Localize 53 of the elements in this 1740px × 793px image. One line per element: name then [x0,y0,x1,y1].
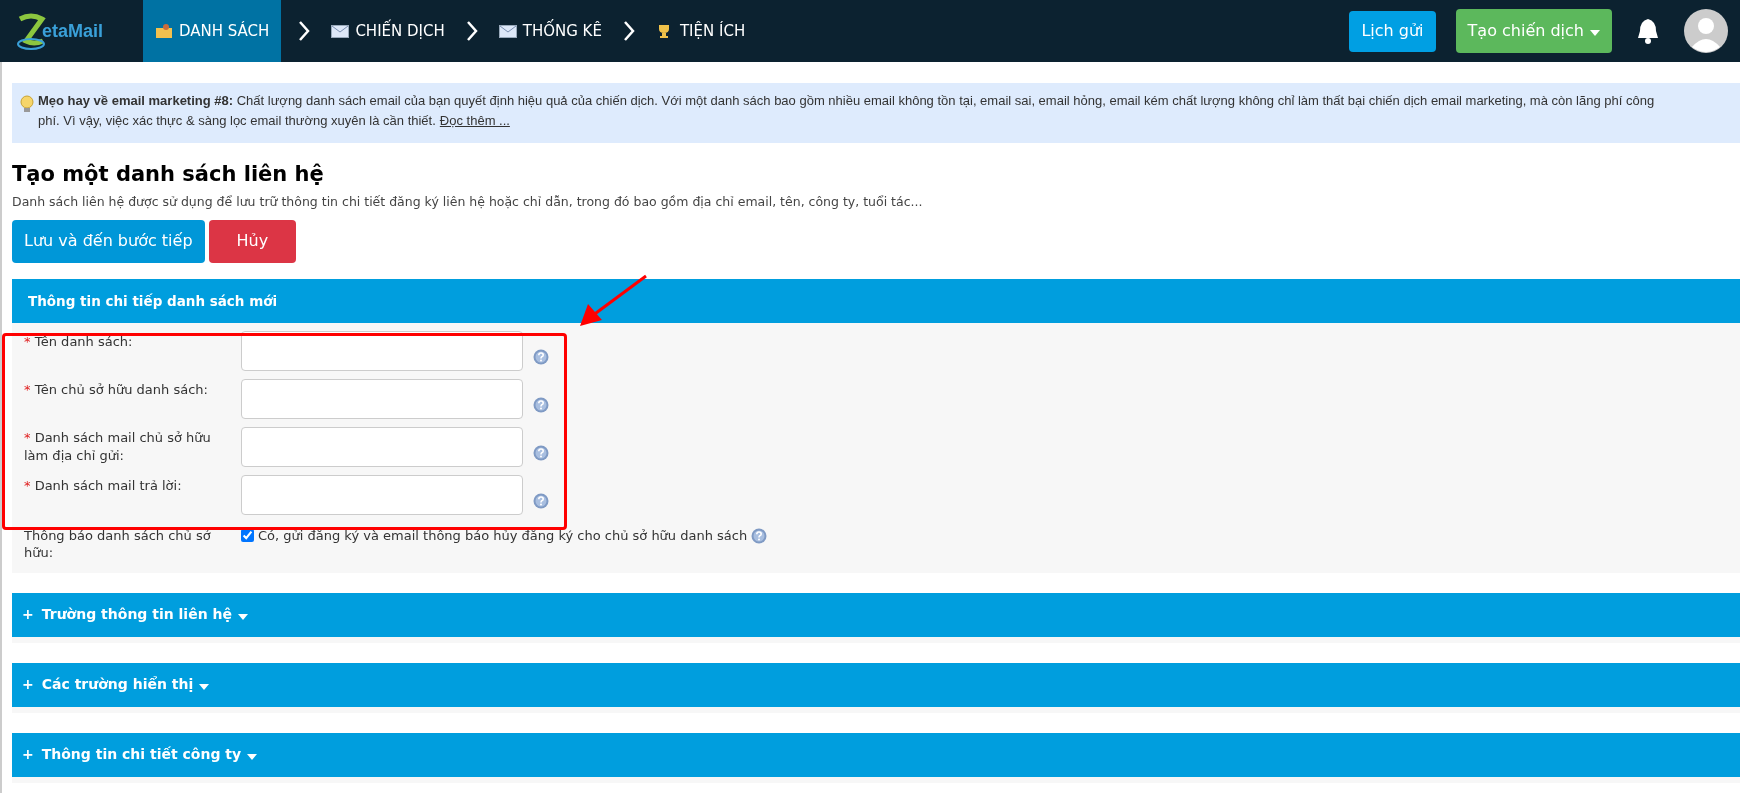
section-header[interactable]: + Thông tin chi tiết công ty [12,732,1740,783]
text-field[interactable] [241,330,523,371]
text-field[interactable] [241,378,523,419]
cancel-button[interactable]: Hủy [208,219,297,263]
field-label: * Danh sách mail trả lời: [24,477,182,493]
avatar-icon[interactable] [1684,9,1728,53]
nav-tab[interactable]: CHIẾN DỊCH [327,0,449,62]
bell-icon[interactable] [1636,17,1660,45]
page-description: Danh sách liên hệ được sử dụng để lưu trữ thông tin chi tiết đăng ký liên hệ hoặc chỉ dẫn, trong đó bao gồm địa chỉ email, tên, công ty, tuổi tác... [12,193,924,211]
page-title: Tạo một danh sách liên hệ [12,161,325,188]
toggle-sign: + [22,675,34,695]
envelope-icon [498,24,517,38]
section-title: Các trường hiển thị [41,675,194,695]
help-icon[interactable] [533,348,549,365]
caret-icon [237,613,248,620]
section-header[interactable]: + Trường thông tin liên hệ [12,592,1740,643]
arrow-drawing [578,274,648,329]
caret-icon [1590,30,1600,36]
panel-title: Thông tin chi tiếp danh sách mới [28,291,278,311]
save-button[interactable]: Lưu và đến bước tiếp [12,219,205,263]
nav-tab[interactable]: THỐNG KÊ [494,0,606,62]
read-more-link[interactable]: Đọc thêm ... [439,111,510,131]
nav-tab[interactable]: DANH SÁCH [143,0,282,62]
folder-icon [155,23,173,39]
chevron-icon [297,20,312,42]
section-header[interactable]: + Các trường hiển thị [12,662,1740,713]
help-icon[interactable] [533,492,549,509]
section-title: Trường thông tin liên hệ [41,605,232,625]
help-icon[interactable] [533,444,549,461]
nav-tab[interactable]: TIỆN ÍCH [651,0,750,62]
logo-text: etaMail [42,19,104,43]
tip-text: Mẹo hay về email marketing #8: Chất lượng danh sách email của bạn quyết định hiệu quả của chiến dịch. Với một danh sách bao gồm nhiều email không tồn tại, email sai, email hỏng, email kém chất lượng không chỉ làm thất bại chiến dịch email marketing, mà còn lãng phí công [38,92,1655,110]
text-field[interactable] [241,426,523,467]
checkbox-label: Có, gửi đăng ký và email thông báo hủy đăng ký cho chủ sở hữu danh sách [258,527,748,545]
toggle-sign: + [22,605,34,625]
create-campaign-button[interactable]: Tạo chiến dịch [1455,9,1612,53]
tip-text: phí. Vì vậy, việc xác thực & sàng lọc email thường xuyên là cần thiết. [38,112,436,130]
caret-icon [247,753,258,760]
section-title: Thông tin chi tiết công ty [41,745,242,765]
notify-checkbox[interactable] [241,529,254,543]
field-label: * Tên danh sách: [24,333,133,349]
caret-icon [199,683,210,690]
toggle-sign: + [22,745,34,765]
chevron-icon [464,20,479,42]
schedule-button[interactable]: Lịch gửi [1349,10,1436,52]
chevron-icon [621,20,636,42]
help-icon[interactable] [533,396,549,413]
help-icon[interactable] [751,527,768,544]
lightbulb-icon [20,95,34,113]
text-field[interactable] [241,474,523,515]
field-label: * Danh sách mail chủ sở hữu làm địa chỉ gửi: [24,429,211,463]
envelope-icon [331,24,350,38]
field-label: * Tên chủ sở hữu danh sách: [24,381,208,397]
